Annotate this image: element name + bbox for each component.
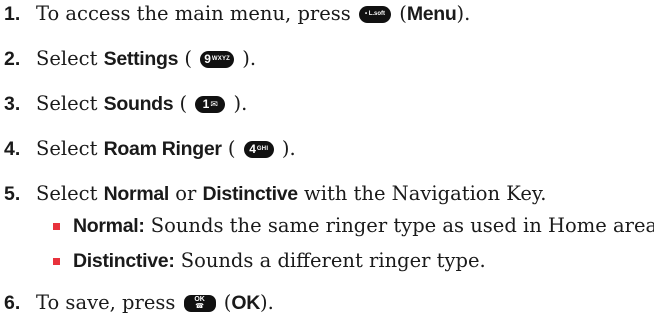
paren-close: ). xyxy=(260,291,274,314)
step-6-layer: 6. To save, press OK ☎ ( OK ). xyxy=(0,0,654,321)
ok-label: OK xyxy=(231,292,261,314)
step-number: 6. xyxy=(4,292,21,314)
ok-key-icon: OK ☎ xyxy=(183,294,216,312)
paren-open: ( xyxy=(217,291,232,314)
step-text: To save, press xyxy=(36,291,182,314)
step-6: 6. To save, press OK ☎ ( OK ). xyxy=(4,291,274,315)
ok-key-top: OK xyxy=(194,296,205,303)
phone-icon: ☎ xyxy=(195,303,204,310)
